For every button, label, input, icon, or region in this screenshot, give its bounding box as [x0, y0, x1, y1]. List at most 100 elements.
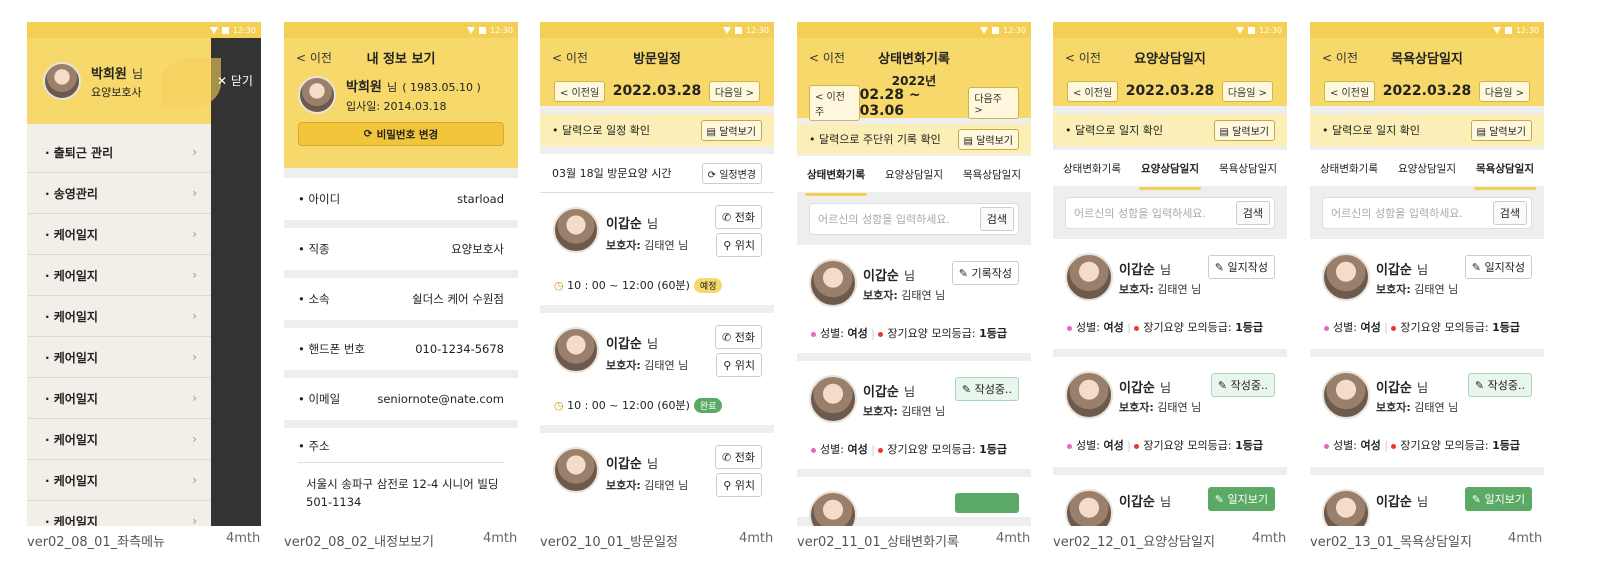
- menu-item[interactable]: · 케어일지 ›: [27, 255, 211, 296]
- write-journal-button[interactable]: ✎ 일지작성: [1464, 255, 1532, 279]
- location-button[interactable]: ⚲ 위치: [716, 353, 762, 377]
- chevron-right-icon: ›: [192, 350, 197, 364]
- client-card[interactable]: 이갑순 님 보호자: 김태연 님 ✎ 작성중.. 성별: 여성 | 장기요양 모…: [1310, 357, 1544, 467]
- nav-bar: < 이전 내 정보 보기: [284, 38, 518, 76]
- client-card[interactable]: 이갑순 님 ✎ 일지보기: [1310, 475, 1544, 526]
- info-value: 요양보호사: [451, 242, 504, 256]
- in-progress-button[interactable]: ✎ 작성중..: [1210, 373, 1275, 397]
- search-input[interactable]: 어르신의 성함을 입력하세요.: [810, 211, 980, 227]
- back-button[interactable]: < 이전: [1065, 49, 1101, 66]
- dot-icon: [878, 331, 884, 337]
- location-button[interactable]: ⚲ 위치: [716, 233, 762, 257]
- tab-care-journal[interactable]: 요양상담일지: [1396, 157, 1458, 180]
- back-button[interactable]: < 이전: [1322, 49, 1358, 66]
- menu-item[interactable]: · 케어일지 ›: [27, 419, 211, 460]
- close-button[interactable]: ✕ 닫기: [217, 72, 253, 89]
- client-card[interactable]: 이갑순 님 보호자: 김태연 님 ✎ 기록작성 성별: 여성 | 장기요양 모의…: [797, 245, 1031, 353]
- nav-bar: < 이전 상태변화기록: [797, 38, 1031, 76]
- next-day-button[interactable]: 다음일 >: [708, 80, 760, 102]
- caption-right: 4mth: [483, 531, 518, 546]
- tab-bath-journal[interactable]: 목욕상담일지: [1217, 157, 1279, 180]
- status-time: 12:30: [489, 25, 513, 35]
- back-button[interactable]: < 이전: [296, 49, 332, 66]
- menu-item[interactable]: · 케어일지 ›: [27, 337, 211, 378]
- call-button[interactable]: ✆ 전화: [715, 445, 762, 469]
- phone-icon: ✆: [722, 331, 732, 344]
- search-button[interactable]: 검색: [1492, 201, 1527, 225]
- search-input[interactable]: 어르신의 성함을 입력하세요.: [1323, 205, 1493, 221]
- tab-bath-journal[interactable]: 목욕상담일지: [961, 163, 1023, 186]
- back-button[interactable]: < 이전: [809, 49, 845, 66]
- tab-state-record[interactable]: 상태변화기록: [1318, 157, 1380, 180]
- menu-item[interactable]: · 케어일지 ›: [27, 296, 211, 337]
- search-input[interactable]: 어르신의 성함을 입력하세요.: [1066, 205, 1236, 221]
- menu-item[interactable]: · 출퇴근 관리 ›: [27, 132, 211, 173]
- next-day-button[interactable]: 다음일 >: [1221, 80, 1273, 102]
- change-password-button[interactable]: ⟳ 비밀번호 변경: [298, 122, 504, 146]
- record-tabs: 상태변화기록 요양상담일지 목욕상담일지: [797, 156, 1031, 196]
- prev-day-button[interactable]: < 이전일: [554, 80, 606, 102]
- calendar-row: • 달력으로 일정 확인 ▤ 달력보기: [540, 114, 774, 146]
- menu-item[interactable]: · 케어일지 ›: [27, 501, 211, 526]
- calendar-hint: • 달력으로 주단위 기록 확인: [809, 133, 941, 146]
- in-progress-label: 작성중..: [1230, 379, 1268, 392]
- call-button[interactable]: ✆ 전화: [715, 205, 762, 229]
- avatar: [1065, 371, 1113, 419]
- visit-card[interactable]: 이갑순 님 보호자: 김태연 님 ✆ 전화 ⚲ 위치: [540, 433, 774, 526]
- calendar-button-label: 달력보기: [976, 135, 1013, 147]
- tab-care-journal[interactable]: 요양상담일지: [883, 163, 945, 186]
- back-button[interactable]: < 이전: [552, 49, 588, 66]
- edit-icon: ✎: [1474, 379, 1485, 392]
- status-bar: 12:30: [27, 22, 261, 38]
- change-schedule-button[interactable]: ⟳ 일정변경: [701, 162, 762, 184]
- call-button[interactable]: ✆ 전화: [715, 325, 762, 349]
- view-journal-button[interactable]: ✎ 일지보기: [1464, 487, 1532, 511]
- write-record-button[interactable]: ✎ 기록작성: [951, 261, 1019, 285]
- prev-week-button[interactable]: < 이전주: [809, 85, 860, 121]
- view-journal-button[interactable]: ✎ 일지보기: [1207, 487, 1275, 511]
- grade-value: 1등급: [979, 443, 1007, 456]
- tab-care-journal[interactable]: 요양상담일지: [1139, 157, 1201, 190]
- menu-item[interactable]: · 케어일지 ›: [27, 378, 211, 419]
- calendar-button[interactable]: ▤ 달력보기: [957, 128, 1019, 150]
- menu-item[interactable]: · 케어일지 ›: [27, 460, 211, 501]
- visit-card[interactable]: 이갑순 님 보호자: 김태연 님 ✆ 전화 ⚲ 위치 ◷ 10 : 00 ~ 1…: [540, 193, 774, 305]
- calendar-button[interactable]: ▤ 달력보기: [700, 119, 762, 141]
- location-button[interactable]: ⚲ 위치: [716, 473, 762, 497]
- search-button[interactable]: 검색: [1235, 201, 1270, 225]
- in-progress-button[interactable]: ✎ 작성중..: [954, 377, 1019, 401]
- grade-label: 장기요양 모의등급:: [1143, 439, 1232, 452]
- tab-state-record[interactable]: 상태변화기록: [1061, 157, 1123, 180]
- guardian-name: 김태연 님: [1414, 283, 1459, 296]
- menu-item[interactable]: · 케어일지 ›: [27, 214, 211, 255]
- info-label: • 핸드폰 번호: [298, 342, 365, 356]
- client-card[interactable]: 이갑순 님 보호자: 김태연 님 ✎ 일지작성 성별: 여성 | 장기요양 모의…: [1310, 239, 1544, 349]
- refresh-icon: ⟳: [707, 169, 716, 181]
- user-name: 박희원: [91, 66, 127, 82]
- client-card[interactable]: 이갑순 님 보호자: 김태연 님 ✎ 일지작성 성별: 여성 | 장기요양 모의…: [1053, 239, 1287, 349]
- write-journal-button[interactable]: ✎ 일지작성: [1207, 255, 1275, 279]
- tab-state-record[interactable]: 상태변화기록: [805, 163, 867, 196]
- next-day-button[interactable]: 다음일 >: [1478, 80, 1530, 102]
- prev-day-button[interactable]: < 이전일: [1067, 80, 1119, 102]
- calendar-icon: ▤: [706, 126, 716, 138]
- client-card[interactable]: 이갑순 님 ✎ 일지보기: [1053, 475, 1287, 526]
- current-date: 2022.03.28: [1382, 83, 1472, 99]
- gender-value: 여성: [847, 443, 868, 456]
- change-schedule-label: 일정변경: [719, 169, 756, 181]
- tab-bath-journal[interactable]: 목욕상담일지: [1474, 157, 1536, 190]
- menu-item[interactable]: · 송영관리 ›: [27, 173, 211, 214]
- clock-icon: ◷: [554, 279, 564, 292]
- prev-day-button[interactable]: < 이전일: [1324, 80, 1376, 102]
- client-card[interactable]: 이갑순 님 보호자: 김태연 님 ✎ 작성중.. 성별: 여성 | 장기요양 모…: [797, 361, 1031, 469]
- info-label: • 이메일: [298, 392, 341, 406]
- calendar-button[interactable]: ▤ 달력보기: [1470, 119, 1532, 141]
- status-bar: 12:30: [284, 22, 518, 38]
- client-card[interactable]: 이갑순 님 보호자: 김태연 님 ✎ 작성중.. 성별: 여성 | 장기요양 모…: [1053, 357, 1287, 467]
- in-progress-button[interactable]: ✎ 작성중..: [1467, 373, 1532, 397]
- calendar-button[interactable]: ▤ 달력보기: [1213, 119, 1275, 141]
- visit-card[interactable]: 이갑순 님 보호자: 김태연 님 ✆ 전화 ⚲ 위치 ◷ 10 : 00 ~ 1…: [540, 313, 774, 425]
- dot-icon: [1134, 443, 1140, 449]
- search-button[interactable]: 검색: [979, 207, 1014, 231]
- next-week-button[interactable]: 다음주 >: [968, 87, 1019, 119]
